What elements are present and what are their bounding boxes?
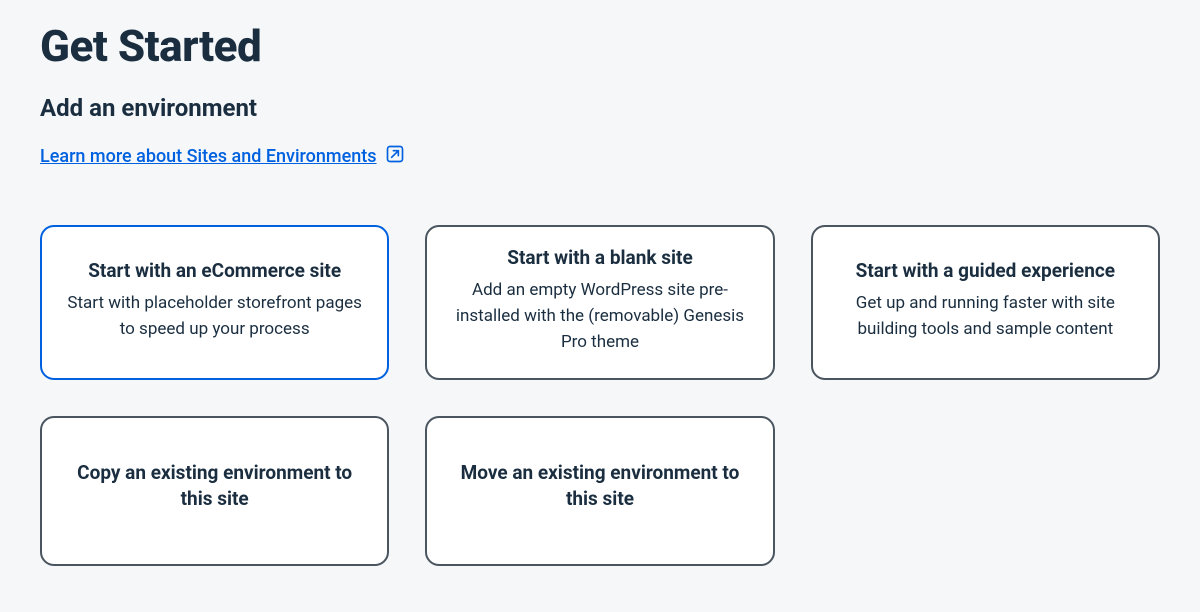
card-title: Copy an existing environment to this sit… — [60, 460, 369, 511]
card-blank-site[interactable]: Start with a blank site Add an empty Wor… — [425, 225, 774, 380]
card-desc: Add an empty WordPress site pre-installe… — [445, 277, 754, 356]
card-title: Start with a guided experience — [856, 258, 1115, 284]
page-title: Get Started — [40, 20, 1160, 72]
option-card-grid: Start with an eCommerce site Start with … — [40, 225, 1160, 566]
card-title: Start with a blank site — [507, 245, 692, 271]
page-subtitle: Add an environment — [40, 94, 1160, 122]
card-copy-environment[interactable]: Copy an existing environment to this sit… — [40, 416, 389, 566]
learn-more-link[interactable]: Learn more about Sites and Environments — [40, 144, 405, 169]
card-title: Start with an eCommerce site — [88, 258, 341, 284]
card-desc: Get up and running faster with site buil… — [831, 290, 1140, 343]
card-guided-experience[interactable]: Start with a guided experience Get up an… — [811, 225, 1160, 380]
learn-more-label: Learn more about Sites and Environments — [40, 146, 377, 167]
card-desc: Start with placeholder storefront pages … — [60, 290, 369, 343]
card-ecommerce-site[interactable]: Start with an eCommerce site Start with … — [40, 225, 389, 380]
external-link-icon — [385, 144, 405, 169]
card-title: Move an existing environment to this sit… — [445, 460, 754, 511]
card-move-environment[interactable]: Move an existing environment to this sit… — [425, 416, 774, 566]
